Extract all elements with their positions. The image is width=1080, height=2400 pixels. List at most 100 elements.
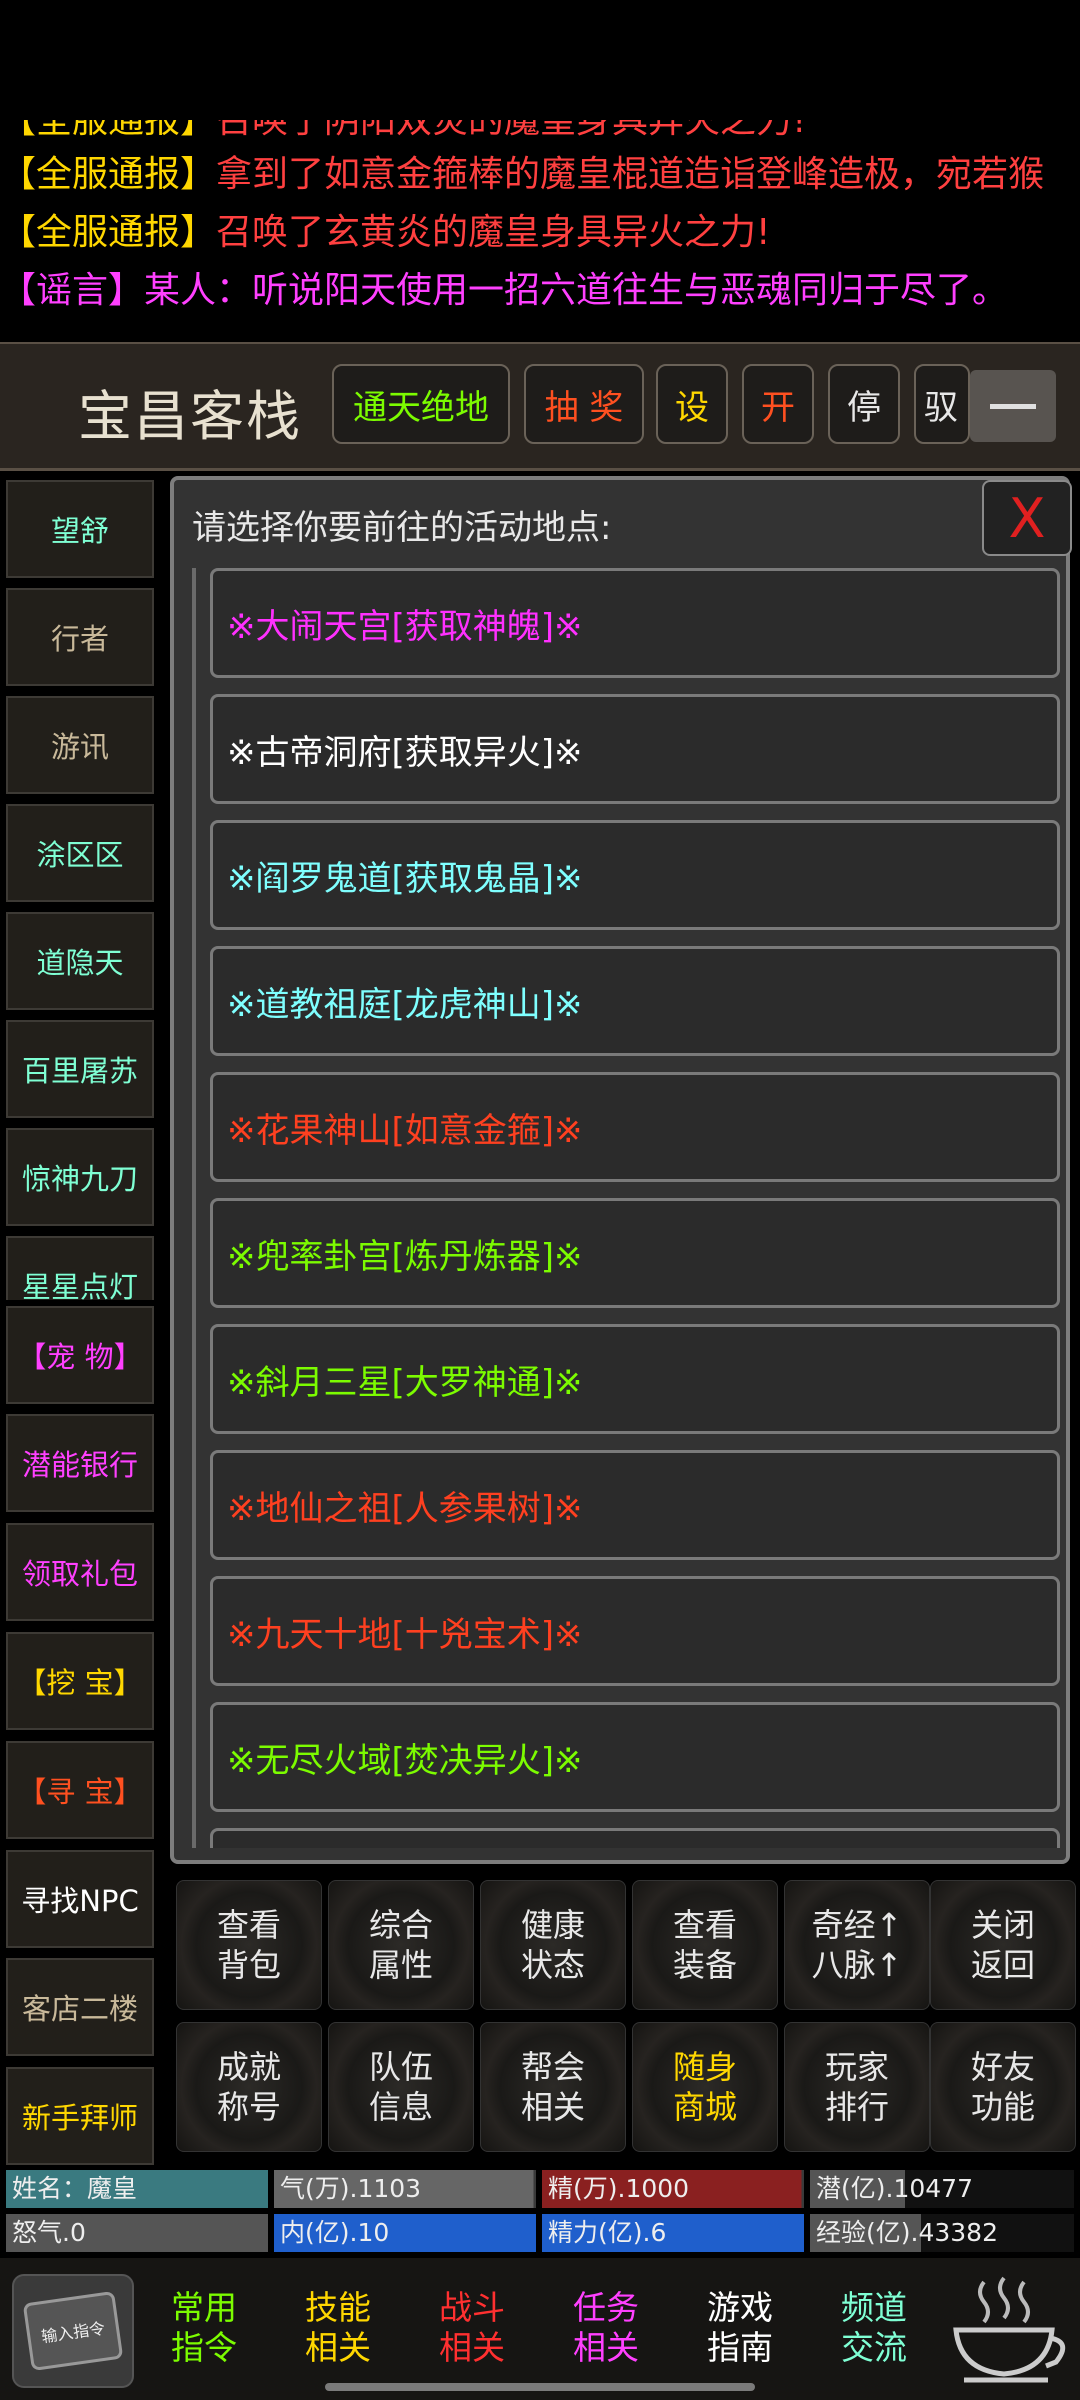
stop-button[interactable]: 停 xyxy=(828,364,900,444)
activity-item[interactable]: ※九天十地[十兇宝术]※ xyxy=(210,1576,1060,1686)
dig-treasure-label: 【挖 宝】 xyxy=(17,1666,143,1700)
view-bag-button[interactable]: 查看 背包 xyxy=(176,1880,322,2010)
activity-item[interactable]: ※古帝洞府[获取异火]※ xyxy=(210,694,1060,804)
potential-bank-label: 潜能银行 xyxy=(21,1448,138,1482)
minimize-button[interactable] xyxy=(970,370,1056,442)
nav-label: 常用 指令 xyxy=(171,2288,237,2367)
ride-button[interactable]: 驭 xyxy=(914,364,970,444)
activity-item[interactable]: ※花果神山[如意金箍]※ xyxy=(210,1072,1060,1182)
ride-label: 驭 xyxy=(924,387,958,428)
stat-name: 姓名：魔皇 xyxy=(6,2170,268,2208)
seek-treasure-label: 【寻 宝】 xyxy=(17,1775,143,1809)
broadcast-tag: 【全服通报】 xyxy=(0,212,217,253)
team-info-label: 队伍 信息 xyxy=(368,2048,433,2126)
player-item[interactable]: 百里屠苏 xyxy=(6,1020,154,1118)
activity-item[interactable]: ※大闹天宫[获取神魄]※ xyxy=(210,568,1060,678)
broadcast-text: 拿到了如意金箍棒的魔皇棍道造诣登峰造极，宛若猴 xyxy=(216,154,1045,195)
friends-button[interactable]: 好友 功能 xyxy=(930,2022,1076,2152)
location-bar: 宝昌客栈 通天绝地 抽 奖 设 开 停 驭 xyxy=(0,342,1080,471)
nav-label: 任务 相关 xyxy=(573,2288,639,2367)
stat-text: 气(万).1103 xyxy=(280,2174,422,2203)
attributes-label: 综合 属性 xyxy=(368,1906,433,1984)
nav-label: 技能 相关 xyxy=(305,2288,371,2367)
player-ranking-button[interactable]: 玩家 排行 xyxy=(784,2022,930,2152)
team-info-button[interactable]: 队伍 信息 xyxy=(328,2022,474,2152)
player-name: 游讯 xyxy=(50,730,109,764)
achievements-button[interactable]: 成就 称号 xyxy=(176,2022,322,2152)
mall-label: 随身 商城 xyxy=(672,2048,737,2126)
keyboard-icon: 输入指令 xyxy=(22,2290,124,2372)
stat-potential: 潜(亿).10477 xyxy=(810,2170,1074,2208)
start-button[interactable]: 开 xyxy=(742,364,814,444)
close-button[interactable]: X xyxy=(982,480,1072,556)
activity-item[interactable]: ※阎罗鬼道[获取鬼晶]※ xyxy=(210,820,1060,930)
health-status-label: 健康 状态 xyxy=(520,1906,585,1984)
activity-item[interactable]: ※道教祖庭[龙虎神山]※ xyxy=(210,946,1060,1056)
activity-label: ※古帝洞府[获取异火]※ xyxy=(227,732,583,773)
bottom-nav: 输入指令 常用 指令 技能 相关 战斗 相关 任务 相关 游戏 指南 频道 交流 xyxy=(0,2258,1080,2400)
activity-label: ※无尽火域[焚决异火]※ xyxy=(227,1740,583,1781)
activity-list[interactable]: ※大闹天宫[获取神魄]※ ※古帝洞府[获取异火]※ ※阎罗鬼道[获取鬼晶]※ ※… xyxy=(192,568,1066,1848)
activity-item-partial[interactable] xyxy=(210,1828,1060,1848)
find-npc-button[interactable]: 寻找NPC xyxy=(6,1850,154,1948)
nearby-player-list[interactable]: 望舒 行者 游讯 涂区区 道隐天 百里屠苏 惊神九刀 星星点灯 xyxy=(0,470,160,1300)
stat-text: 内(亿).10 xyxy=(280,2218,390,2247)
broadcast-line: 【全服通报】召唤了阴阳双炎的魔皇身具异火之力! xyxy=(0,120,806,148)
pet-button[interactable]: 【宠 物】 xyxy=(6,1306,154,1404)
mall-button[interactable]: 随身 商城 xyxy=(632,2022,778,2152)
player-item[interactable]: 涂区区 xyxy=(6,804,154,902)
quests-button[interactable]: 任务 相关 xyxy=(542,2266,670,2390)
view-bag-label: 查看 背包 xyxy=(216,1906,281,1984)
health-status-button[interactable]: 健康 状态 xyxy=(480,1880,626,2010)
player-item[interactable]: 望舒 xyxy=(6,480,154,578)
player-name: 望舒 xyxy=(50,514,109,548)
meridians-button[interactable]: 奇经↑ 八脉↑ xyxy=(784,1880,930,2010)
lottery-button[interactable]: 抽 奖 xyxy=(524,364,644,444)
activity-item[interactable]: ※兜率卦宫[炼丹炼器]※ xyxy=(210,1198,1060,1308)
master-apprentice-button[interactable]: 新手拜师 xyxy=(6,2067,154,2165)
player-name: 道隐天 xyxy=(36,946,124,980)
input-command-label: 输入指令 xyxy=(40,2318,107,2347)
start-label: 开 xyxy=(761,387,795,428)
seek-treasure-button[interactable]: 【寻 宝】 xyxy=(6,1741,154,1839)
stat-text: 精力(亿).6 xyxy=(548,2218,667,2247)
stat-text: 潜(亿).10477 xyxy=(816,2174,973,2203)
master-apprentice-label: 新手拜师 xyxy=(21,2101,138,2135)
tongtian-button[interactable]: 通天绝地 xyxy=(332,364,510,444)
nav-label: 战斗 相关 xyxy=(439,2288,505,2367)
stat-jing: 精(万).1000 xyxy=(542,2170,804,2208)
channel-chat-button[interactable]: 频道 交流 xyxy=(810,2266,938,2390)
player-name: 星星点灯 xyxy=(21,1270,138,1300)
game-guide-button[interactable]: 游戏 指南 xyxy=(676,2266,804,2390)
player-item[interactable]: 行者 xyxy=(6,588,154,686)
player-name: 行者 xyxy=(50,622,109,656)
attributes-button[interactable]: 综合 属性 xyxy=(328,1880,474,2010)
activity-item[interactable]: ※无尽火域[焚决异火]※ xyxy=(210,1702,1060,1812)
settings-button[interactable]: 设 xyxy=(656,364,728,444)
home-indicator[interactable] xyxy=(325,2383,755,2391)
gift-pack-button[interactable]: 领取礼包 xyxy=(6,1523,154,1621)
dig-treasure-button[interactable]: 【挖 宝】 xyxy=(6,1632,154,1730)
view-equipment-button[interactable]: 查看 装备 xyxy=(632,1880,778,2010)
player-item[interactable]: 游讯 xyxy=(6,696,154,794)
close-return-button[interactable]: 关闭 返回 xyxy=(930,1880,1076,2010)
skills-button[interactable]: 技能 相关 xyxy=(274,2266,402,2390)
broadcast-feed: 【全服通报】召唤了阴阳双炎的魔皇身具异火之力! 【全服通报】 拿到了如意金箍棒的魔… xyxy=(0,120,1080,335)
tea-cup-button[interactable] xyxy=(944,2268,1074,2392)
combat-button[interactable]: 战斗 相关 xyxy=(408,2266,536,2390)
stat-rage: 怒气.0 xyxy=(6,2214,268,2252)
guild-button[interactable]: 帮会 相关 xyxy=(480,2022,626,2152)
common-commands-button[interactable]: 常用 指令 xyxy=(140,2266,268,2390)
activity-item[interactable]: ※地仙之祖[人参果树]※ xyxy=(210,1450,1060,1560)
activity-item[interactable]: ※斜月三星[大罗神通]※ xyxy=(210,1324,1060,1434)
potential-bank-button[interactable]: 潜能银行 xyxy=(6,1414,154,1512)
stat-qi: 气(万).1103 xyxy=(274,2170,536,2208)
player-item[interactable]: 星星点灯 xyxy=(6,1236,154,1300)
player-item[interactable]: 惊神九刀 xyxy=(6,1128,154,1226)
player-item[interactable]: 道隐天 xyxy=(6,912,154,1010)
friends-label: 好友 功能 xyxy=(970,2048,1035,2126)
input-command-button[interactable]: 输入指令 xyxy=(12,2274,134,2388)
inn-upstairs-button[interactable]: 客店二楼 xyxy=(6,1958,154,2056)
settings-label: 设 xyxy=(675,387,709,428)
tea-cup-icon xyxy=(953,2276,1066,2383)
